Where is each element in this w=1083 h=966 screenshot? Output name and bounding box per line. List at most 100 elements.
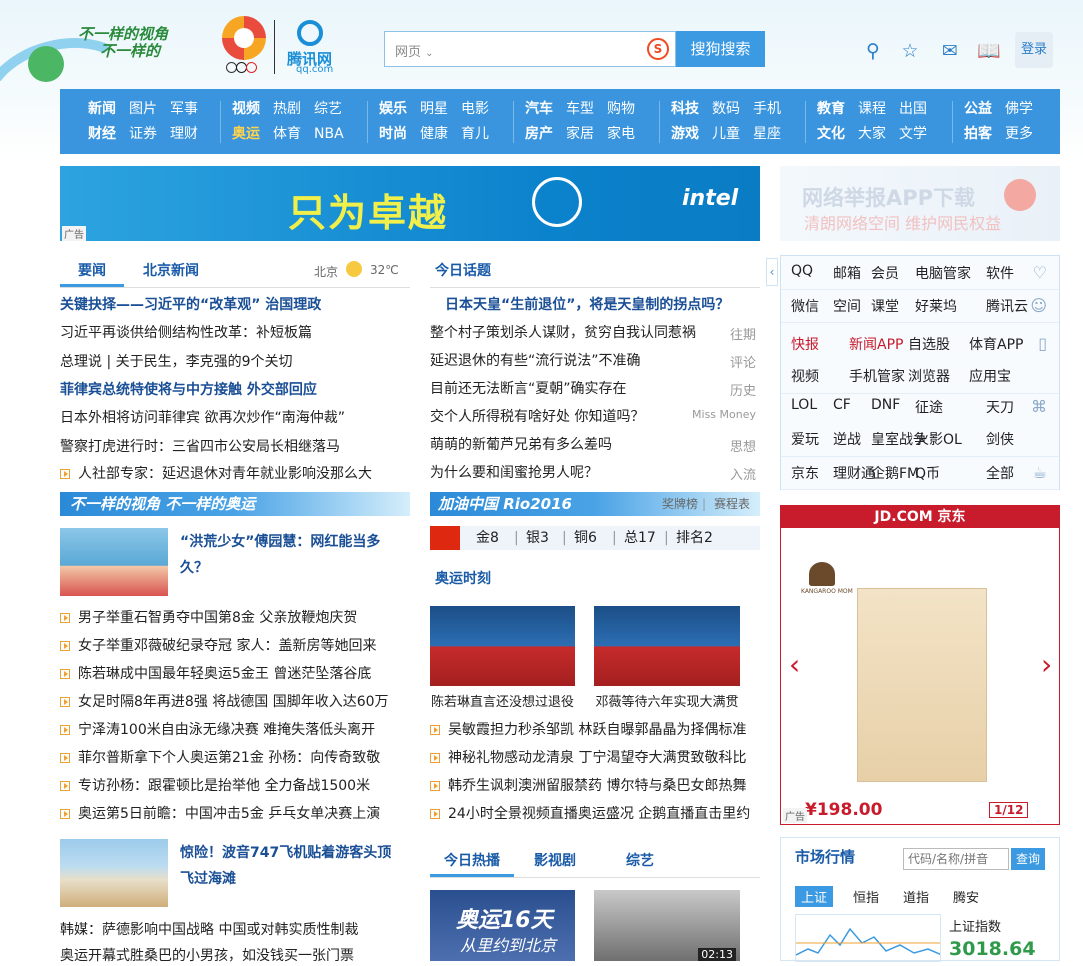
nav-link[interactable]: 文学 bbox=[899, 123, 927, 143]
list-item[interactable]: 女子举重邓薇破纪录夺冠 家人：盖新房等她回来 bbox=[60, 636, 376, 656]
market-tab[interactable]: 上证 bbox=[795, 886, 834, 907]
report-app-ad[interactable]: 网络举报APP下载 清朗网络空间 维护网民权益 bbox=[780, 166, 1060, 241]
headline-item[interactable]: 习近平再谈供给侧结构性改革：补短板篇 bbox=[60, 323, 312, 343]
service-link[interactable]: 电脑管家 bbox=[915, 263, 971, 283]
prev-arrow-icon[interactable]: ‹ bbox=[789, 648, 800, 681]
service-link[interactable]: 剑侠 bbox=[986, 429, 1014, 449]
nav-link[interactable]: 文化 bbox=[817, 123, 845, 143]
service-link[interactable]: 新闻APP bbox=[849, 334, 903, 354]
tab-hot-today[interactable]: 今日热播 bbox=[430, 845, 514, 877]
service-link[interactable]: 火影OL bbox=[915, 429, 962, 449]
nav-link[interactable]: 汽车 bbox=[525, 98, 553, 118]
list-item[interactable]: 菲尔普斯拿下个人奥运第21金 孙杨：向传奇致敬 bbox=[60, 748, 380, 768]
nav-link[interactable]: 拍客 bbox=[964, 123, 992, 143]
topic-item[interactable]: 目前还无法断言“夏朝”确实存在 bbox=[430, 379, 627, 399]
nav-link[interactable]: 时尚 bbox=[379, 123, 407, 143]
topic-category[interactable]: 思想 bbox=[660, 436, 756, 455]
service-link[interactable]: 视频 bbox=[791, 366, 819, 386]
list-item[interactable]: 韩媒：萨德影响中国战略 中国或对韩实质性制裁 bbox=[60, 920, 358, 940]
nav-link[interactable]: NBA bbox=[314, 126, 344, 142]
video-thumbnail[interactable]: 奥运16天 从里约到北京 bbox=[430, 890, 575, 961]
service-link[interactable]: 空间 bbox=[833, 296, 861, 316]
gamepad-icon[interactable]: ⌘ bbox=[1031, 397, 1047, 416]
service-link[interactable]: LOL bbox=[791, 397, 817, 413]
nav-link[interactable]: 房产 bbox=[525, 123, 553, 143]
list-item[interactable]: 宁泽涛100米自由泳无缘决赛 难掩失落低头离开 bbox=[60, 720, 375, 740]
nav-link[interactable]: 综艺 bbox=[314, 98, 342, 118]
video-thumbnail[interactable]: 02:13 bbox=[594, 890, 740, 961]
medal-table-link[interactable]: 奖牌榜 bbox=[662, 492, 698, 516]
login-button[interactable]: 登录 bbox=[1015, 32, 1053, 68]
service-link[interactable]: 腾讯云 bbox=[986, 296, 1028, 316]
service-link[interactable]: 征途 bbox=[915, 397, 943, 417]
nav-link[interactable]: 车型 bbox=[566, 98, 594, 118]
nav-link[interactable]: 体育 bbox=[273, 123, 301, 143]
nav-link[interactable]: 图片 bbox=[129, 98, 157, 118]
search-input[interactable]: 网页 ⌄ S bbox=[384, 31, 676, 67]
service-link[interactable]: 课堂 bbox=[871, 296, 899, 316]
cup-icon[interactable]: ☕ bbox=[1033, 463, 1047, 482]
collapse-arrow-icon[interactable]: ‹ bbox=[766, 258, 778, 286]
topic-item[interactable]: 交个人所得税有啥好处 你知道吗？ bbox=[430, 407, 644, 427]
list-item[interactable]: 韩乔生讽刺澳洲留服禁药 博尔特与桑巴女郎热舞 bbox=[430, 776, 746, 796]
nav-link[interactable]: 明星 bbox=[420, 98, 448, 118]
service-link[interactable]: 邮箱 bbox=[833, 263, 861, 283]
plane-beach-thumbnail[interactable] bbox=[60, 839, 168, 907]
headline-item[interactable]: 关键抉择——习近平的“改革观” 治国理政 bbox=[60, 295, 321, 315]
query-button[interactable]: 查询 bbox=[1011, 848, 1045, 870]
nav-link[interactable]: 公益 bbox=[964, 98, 992, 118]
product-image[interactable] bbox=[857, 588, 987, 782]
next-arrow-icon[interactable]: › bbox=[1041, 648, 1052, 681]
topic-category[interactable]: 往期 bbox=[660, 324, 756, 343]
book-icon[interactable]: 📖 bbox=[977, 40, 1001, 62]
service-link[interactable]: 手机管家 bbox=[849, 366, 905, 386]
tab-headlines[interactable]: 要闻 bbox=[60, 255, 124, 287]
nav-link[interactable]: 更多 bbox=[1005, 123, 1033, 143]
mail-icon[interactable]: ✉ bbox=[939, 40, 961, 62]
topic-category[interactable]: Miss Money bbox=[660, 408, 756, 421]
nav-link[interactable]: 出国 bbox=[899, 98, 927, 118]
list-item[interactable]: 奥运开幕式胜桑巴的小男孩，如没钱买一张门票 bbox=[60, 946, 354, 966]
service-link[interactable]: CF bbox=[833, 397, 851, 413]
nav-link[interactable]: 游戏 bbox=[671, 123, 699, 143]
service-link[interactable]: 好莱坞 bbox=[915, 296, 957, 316]
topic-category[interactable]: 评论 bbox=[660, 352, 756, 371]
service-link[interactable]: 应用宝 bbox=[969, 366, 1011, 386]
headline-item[interactable]: 警察打虎进行时：三省四市公安局长相继落马 bbox=[60, 437, 340, 457]
service-link[interactable]: DNF bbox=[871, 397, 900, 413]
nav-link[interactable]: 军事 bbox=[170, 98, 198, 118]
tab-today-topic[interactable]: 今日话题 bbox=[435, 255, 491, 287]
nav-link[interactable]: 大家 bbox=[858, 123, 886, 143]
nav-link[interactable]: 健康 bbox=[420, 123, 448, 143]
topic-headline[interactable]: 日本天皇“生前退位”，将是天皇制的拐点吗？ bbox=[445, 295, 729, 315]
list-item[interactable]: 男子举重石智勇夺中国第8金 父亲放鞭炮庆贺 bbox=[60, 608, 357, 628]
nav-link[interactable]: 佛学 bbox=[1005, 98, 1033, 118]
service-link[interactable]: 自选股 bbox=[908, 334, 950, 354]
list-item[interactable]: 专访孙杨：跟霍顿比是抬举他 全力备战1500米 bbox=[60, 776, 370, 796]
service-link[interactable]: 理财通 bbox=[833, 463, 875, 483]
topic-category[interactable]: 历史 bbox=[660, 380, 756, 399]
olympic-banner[interactable]: 不一样的视角 不一样的奥运 bbox=[60, 492, 410, 516]
nav-link[interactable]: 证券 bbox=[129, 123, 157, 143]
nav-link[interactable]: 家居 bbox=[566, 123, 594, 143]
photo-caption[interactable]: 陈若琳直言还没想过退役 bbox=[430, 691, 575, 710]
list-item[interactable]: 神秘礼物感动龙清泉 丁宁渴望夺大满贯致敬科比 bbox=[430, 748, 746, 768]
service-link[interactable]: 企鹅FM bbox=[871, 463, 919, 483]
nav-link[interactable]: 奥运 bbox=[232, 123, 260, 143]
nav-link[interactable]: 数码 bbox=[712, 98, 740, 118]
market-tab[interactable]: 腾安 bbox=[947, 886, 985, 907]
service-link[interactable]: 微信 bbox=[791, 296, 819, 316]
service-link[interactable]: 逆战 bbox=[833, 429, 861, 449]
photo-thumbnail[interactable] bbox=[430, 606, 575, 686]
search-scope-select[interactable]: 网页 ⌄ bbox=[395, 41, 434, 60]
tab-tv-series[interactable]: 影视剧 bbox=[534, 845, 576, 877]
headline-item[interactable]: 日本外相将访问菲律宾 欲再次炒作“南海仲裁” bbox=[60, 408, 345, 428]
feature-headline[interactable]: 惊险！波音747飞机贴着游客头顶飞过海滩 bbox=[180, 840, 400, 892]
service-link[interactable]: 爱玩 bbox=[791, 429, 819, 449]
phone-icon[interactable]: ▯ bbox=[1038, 334, 1047, 353]
nav-link[interactable]: 家电 bbox=[607, 123, 635, 143]
topic-item[interactable]: 萌萌的新葡芦兄弟有多么差吗 bbox=[430, 435, 612, 455]
list-item[interactable]: 奥运第5日前瞻：中国冲击5金 乒乓女单决赛上演 bbox=[60, 804, 380, 824]
nav-link[interactable]: 视频 bbox=[232, 98, 260, 118]
heart-icon[interactable]: ♡ bbox=[1033, 263, 1047, 282]
